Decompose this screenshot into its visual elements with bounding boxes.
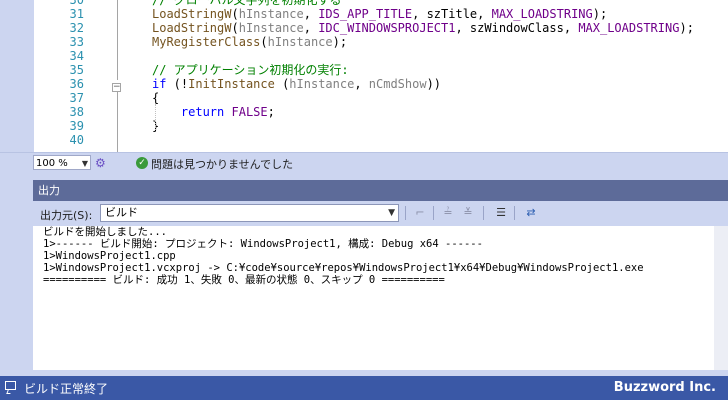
output-toolbar: 出力元(S): ビルド ▼ ⌐ ≟ ≚ ☰ ⇄ xyxy=(33,201,728,226)
line-number: 34 xyxy=(69,49,84,63)
line-number: 33 xyxy=(69,35,84,49)
zoom-value: 100 % xyxy=(36,158,68,169)
zoom-dropdown[interactable]: 100 % ▼ xyxy=(33,155,91,170)
line-number: 36 xyxy=(69,77,84,91)
copilot-icon[interactable]: ⚙ xyxy=(95,156,106,170)
previous-message-icon[interactable]: ≟ xyxy=(439,205,457,221)
toolbar-separator xyxy=(514,206,515,220)
output-source-label: 出力元(S): xyxy=(40,209,93,222)
word-wrap-icon[interactable]: ⇄ xyxy=(522,205,540,221)
output-scrollbar[interactable] xyxy=(714,226,728,370)
toolbar-separator xyxy=(405,206,406,220)
line-number: 37 xyxy=(69,91,84,105)
check-circle-icon: ✓ xyxy=(136,157,148,169)
output-line: 1>------ ビルド開始: プロジェクト: WindowsProject1,… xyxy=(43,238,483,250)
code-line[interactable]: // グローバル文字列を初期化する xyxy=(152,0,342,7)
output-panel-title: 出力 xyxy=(33,180,728,201)
line-number: 32 xyxy=(69,21,84,35)
output-source-value: ビルド xyxy=(105,206,138,219)
brand-label: Buzzword Inc. xyxy=(613,380,716,395)
toolbar-separator xyxy=(483,206,484,220)
status-text: ビルド正常終了 xyxy=(24,382,109,396)
output-line: ========== ビルド: 成功 1、失敗 0、最新の状態 0、スキップ 0… xyxy=(43,274,445,286)
issues-status[interactable]: 問題は見つかりませんでした xyxy=(151,156,293,172)
output-line: 1>WindowsProject1.cpp xyxy=(43,250,176,262)
next-message-icon[interactable]: ≚ xyxy=(459,205,477,221)
collapse-toggle-icon[interactable]: − xyxy=(112,83,121,92)
editor-margin xyxy=(0,0,34,152)
code-line[interactable]: { xyxy=(152,91,159,105)
code-line[interactable]: if (!InitInstance (hInstance, nCmdShow)) xyxy=(152,77,441,91)
line-number: 31 xyxy=(69,7,84,21)
code-line[interactable]: MyRegisterClass(hInstance); xyxy=(152,35,347,49)
chevron-down-icon: ▼ xyxy=(388,208,395,218)
code-editor[interactable]: 30 // グローバル文字列を初期化する 31 LoadStringW(hInstan… xyxy=(0,0,728,152)
toolbar-separator xyxy=(433,206,434,220)
clear-all-icon[interactable]: ☰ xyxy=(492,205,510,221)
outline-line xyxy=(117,92,118,152)
code-line[interactable]: return FALSE; xyxy=(152,105,275,119)
line-number: 35 xyxy=(69,63,84,77)
code-line[interactable]: LoadStringW(hInstance, IDC_WINDOWSPROJEC… xyxy=(152,21,694,35)
line-number: 40 xyxy=(69,133,84,147)
outline-line xyxy=(117,0,118,80)
line-number: 39 xyxy=(69,119,84,133)
line-number: 30 xyxy=(69,0,84,7)
output-line: 1>WindowsProject1.vcxproj -> C:¥code¥sou… xyxy=(43,262,644,274)
editor-status-strip: 100 % ▼ ⚙ ✓ 問題は見つかりませんでした xyxy=(0,152,728,173)
indent-guide xyxy=(155,104,156,130)
chevron-down-icon: ▼ xyxy=(81,159,88,168)
output-line: ビルドを開始しました... xyxy=(43,226,167,238)
code-line[interactable]: // アプリケーション初期化の実行: xyxy=(152,63,349,77)
output-window-icon[interactable] xyxy=(5,381,16,390)
output-text[interactable]: ビルドを開始しました... 1>------ ビルド開始: プロジェクト: Win… xyxy=(33,226,728,370)
status-bar: ビルド正常終了 Buzzword Inc. xyxy=(0,376,728,400)
code-line[interactable]: LoadStringW(hInstance, IDS_APP_TITLE, sz… xyxy=(152,7,607,21)
go-to-line-icon[interactable]: ⌐ xyxy=(411,205,429,221)
line-number: 38 xyxy=(69,105,84,119)
output-source-dropdown[interactable]: ビルド ▼ xyxy=(100,204,399,222)
